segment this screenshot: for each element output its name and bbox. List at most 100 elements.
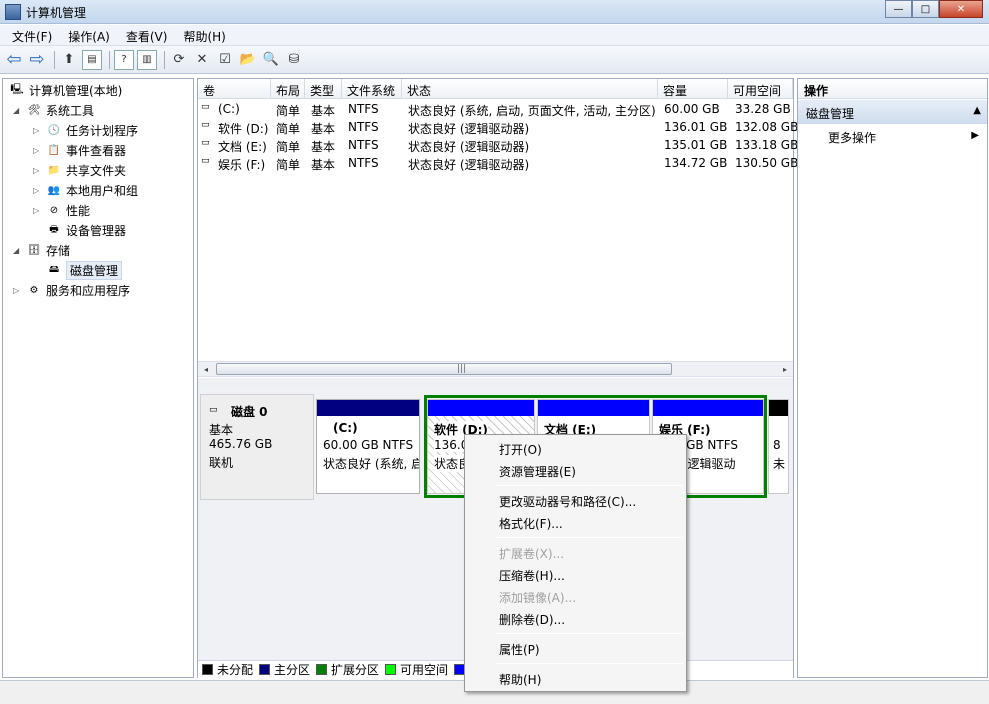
partition-c[interactable]: (C:) 60.00 GB NTFS 状态良好 (系统, 启 bbox=[316, 399, 420, 494]
minimize-button[interactable]: — bbox=[885, 0, 912, 18]
collapse-icon[interactable]: ◢ bbox=[13, 246, 23, 255]
table-row[interactable]: ▭ 文档 (E:) 简单 基本 NTFS 状态良好 (逻辑驱动器) 135.01… bbox=[198, 136, 798, 154]
tree-item-local-users[interactable]: ▷ 👥 本地用户和组 bbox=[33, 180, 138, 200]
disk-type: 基本 bbox=[209, 423, 234, 437]
menu-item-format[interactable]: 格式化(F)... bbox=[499, 515, 563, 532]
actions-title: 操作 bbox=[798, 79, 987, 99]
cell-volume: 文档 (E:) bbox=[218, 140, 267, 154]
show-hide-tree-icon[interactable]: ▤ bbox=[82, 49, 102, 70]
menu-item-delete-volume[interactable]: 删除卷(D)... bbox=[499, 611, 565, 628]
show-hide-action-icon[interactable]: ▥ bbox=[137, 49, 157, 70]
column-header-status[interactable]: 状态 bbox=[402, 79, 658, 99]
disk-0-label[interactable]: ▭ 磁盘 0 基本 465.76 GB 联机 bbox=[200, 394, 314, 500]
horizontal-scrollbar[interactable]: ◂ ||| ▸ bbox=[198, 361, 793, 377]
column-header-capacity[interactable]: 容量 bbox=[658, 79, 728, 99]
properties-icon[interactable]: ☑ bbox=[215, 50, 235, 70]
cell-capacity: 60.00 GB bbox=[664, 102, 720, 116]
menu-view[interactable]: 查看(V) bbox=[118, 25, 176, 45]
expand-icon[interactable]: ▷ bbox=[33, 166, 43, 175]
help-icon[interactable]: ? bbox=[114, 49, 134, 70]
storage-icon: 🗄 bbox=[27, 244, 41, 256]
collapse-icon[interactable]: ◢ bbox=[13, 106, 23, 115]
menu-help[interactable]: 帮助(H) bbox=[175, 25, 233, 45]
cell-type: 基本 bbox=[311, 104, 336, 118]
table-row[interactable]: ▭ 软件 (D:) 简单 基本 NTFS 状态良好 (逻辑驱动器) 136.01… bbox=[198, 118, 798, 136]
cell-layout: 简单 bbox=[276, 140, 301, 154]
partition-size: 8 bbox=[773, 438, 781, 452]
expand-icon[interactable]: ▷ bbox=[33, 206, 43, 215]
disk-settings-icon[interactable]: ⛁ bbox=[284, 50, 304, 70]
refresh-icon[interactable]: ⟳ bbox=[169, 50, 189, 70]
menu-item-open[interactable]: 打开(O) bbox=[499, 441, 542, 458]
scroll-right-icon[interactable]: ▸ bbox=[777, 362, 793, 376]
tree-item-device-manager[interactable]: 🖶 设备管理器 bbox=[33, 220, 126, 240]
tree-item-event-viewer[interactable]: ▷ 📋 事件查看器 bbox=[33, 140, 126, 160]
menu-item-shrink-volume[interactable]: 压缩卷(H)... bbox=[499, 567, 565, 584]
menu-action[interactable]: 操作(A) bbox=[60, 25, 118, 45]
tree-item-root[interactable]: 🖳 计算机管理(本地) bbox=[9, 80, 122, 100]
cell-layout: 简单 bbox=[276, 104, 301, 118]
maximize-button[interactable]: □ bbox=[912, 0, 939, 18]
disk-icon: ▭ bbox=[209, 405, 218, 415]
tree-label: 计算机管理(本地) bbox=[29, 83, 123, 98]
cell-capacity: 134.72 GB bbox=[664, 156, 728, 170]
menu-item-change-drive-letter[interactable]: 更改驱动器号和路径(C)... bbox=[499, 493, 636, 510]
forward-arrow-icon[interactable]: ⇨ bbox=[27, 49, 47, 70]
column-header-type[interactable]: 类型 bbox=[305, 79, 342, 99]
up-folder-icon[interactable]: ⬆ bbox=[59, 50, 79, 70]
tree-item-shared-folders[interactable]: ▷ 📁 共享文件夹 bbox=[33, 160, 126, 180]
delete-icon[interactable]: ✕ bbox=[192, 50, 212, 70]
tree-label: 服务和应用程序 bbox=[46, 283, 131, 298]
performance-icon: ⊘ bbox=[49, 204, 59, 216]
toolbar-separator bbox=[54, 50, 55, 69]
menu-item-help[interactable]: 帮助(H) bbox=[499, 671, 541, 688]
expand-icon[interactable]: ▷ bbox=[13, 286, 23, 295]
legend-label: 可用空间 bbox=[400, 663, 449, 677]
cell-status: 状态良好 (系统, 启动, 页面文件, 活动, 主分区) bbox=[408, 104, 656, 118]
column-header-volume[interactable]: 卷 bbox=[198, 79, 271, 99]
open-folder-icon[interactable]: 📂 bbox=[238, 50, 258, 70]
column-header-free-space[interactable]: 可用空间 bbox=[728, 79, 793, 99]
cell-type: 基本 bbox=[311, 158, 336, 172]
pane-splitter[interactable] bbox=[198, 378, 793, 388]
column-header-filesystem[interactable]: 文件系统 bbox=[342, 79, 402, 99]
table-row[interactable]: ▭ 娱乐 (F:) 简单 基本 NTFS 状态良好 (逻辑驱动器) 134.72… bbox=[198, 154, 798, 172]
cell-layout: 简单 bbox=[276, 158, 301, 172]
find-icon[interactable]: 🔍 bbox=[261, 50, 281, 70]
section-label: 磁盘管理 bbox=[806, 107, 855, 121]
more-actions-link[interactable]: 更多操作 bbox=[828, 129, 876, 146]
menu-item-properties[interactable]: 属性(P) bbox=[499, 641, 540, 658]
menu-item-explorer[interactable]: 资源管理器(E) bbox=[499, 463, 576, 480]
window-title: 计算机管理 bbox=[26, 6, 87, 20]
drive-icon: ▭ bbox=[201, 120, 210, 130]
tree-item-services[interactable]: ▷ ⚙ 服务和应用程序 bbox=[13, 280, 130, 300]
tree-item-disk-management[interactable]: 🖴 磁盘管理 bbox=[33, 260, 123, 280]
legend-swatch-unallocated bbox=[202, 664, 213, 675]
tree-item-system-tools[interactable]: ◢ 🛠 系统工具 bbox=[13, 100, 94, 120]
tree-item-performance[interactable]: ▷ ⊘ 性能 bbox=[33, 200, 90, 220]
tools-icon: 🛠 bbox=[27, 104, 41, 116]
partition-status: 状态良好 (系统, 启 bbox=[323, 457, 419, 471]
expand-icon[interactable]: ▷ bbox=[33, 186, 43, 195]
tree-item-task-scheduler[interactable]: ▷ 🕓 任务计划程序 bbox=[33, 120, 138, 140]
context-menu: 打开(O) 资源管理器(E) 更改驱动器号和路径(C)... 格式化(F)...… bbox=[464, 434, 687, 692]
scroll-left-icon[interactable]: ◂ bbox=[198, 362, 214, 376]
column-header-layout[interactable]: 布局 bbox=[271, 79, 305, 99]
scrollbar-thumb[interactable]: ||| bbox=[216, 363, 672, 375]
event-log-icon: 📋 bbox=[47, 144, 61, 156]
toolbar-separator bbox=[164, 50, 165, 69]
primary-partition-bar bbox=[317, 400, 419, 416]
table-row[interactable]: ▭ (C:) 简单 基本 NTFS 状态良好 (系统, 启动, 页面文件, 活动… bbox=[198, 100, 793, 118]
cell-volume: (C:) bbox=[218, 102, 240, 116]
back-arrow-icon[interactable]: ⇦ bbox=[4, 49, 24, 70]
actions-section-disk-management[interactable]: 磁盘管理 ▲ bbox=[798, 100, 987, 124]
expand-icon[interactable]: ▷ bbox=[33, 126, 43, 135]
submenu-arrow-icon[interactable]: ▶ bbox=[971, 130, 979, 141]
tree-item-storage[interactable]: ◢ 🗄 存储 bbox=[13, 240, 70, 260]
expand-icon[interactable]: ▷ bbox=[33, 146, 43, 155]
collapse-up-icon[interactable]: ▲ bbox=[973, 105, 981, 116]
unallocated-space[interactable]: 8 未 bbox=[768, 399, 789, 494]
menu-file[interactable]: 文件(F) bbox=[4, 25, 60, 45]
close-button[interactable]: ✕ bbox=[939, 0, 983, 18]
legend-swatch-extended bbox=[316, 664, 328, 675]
